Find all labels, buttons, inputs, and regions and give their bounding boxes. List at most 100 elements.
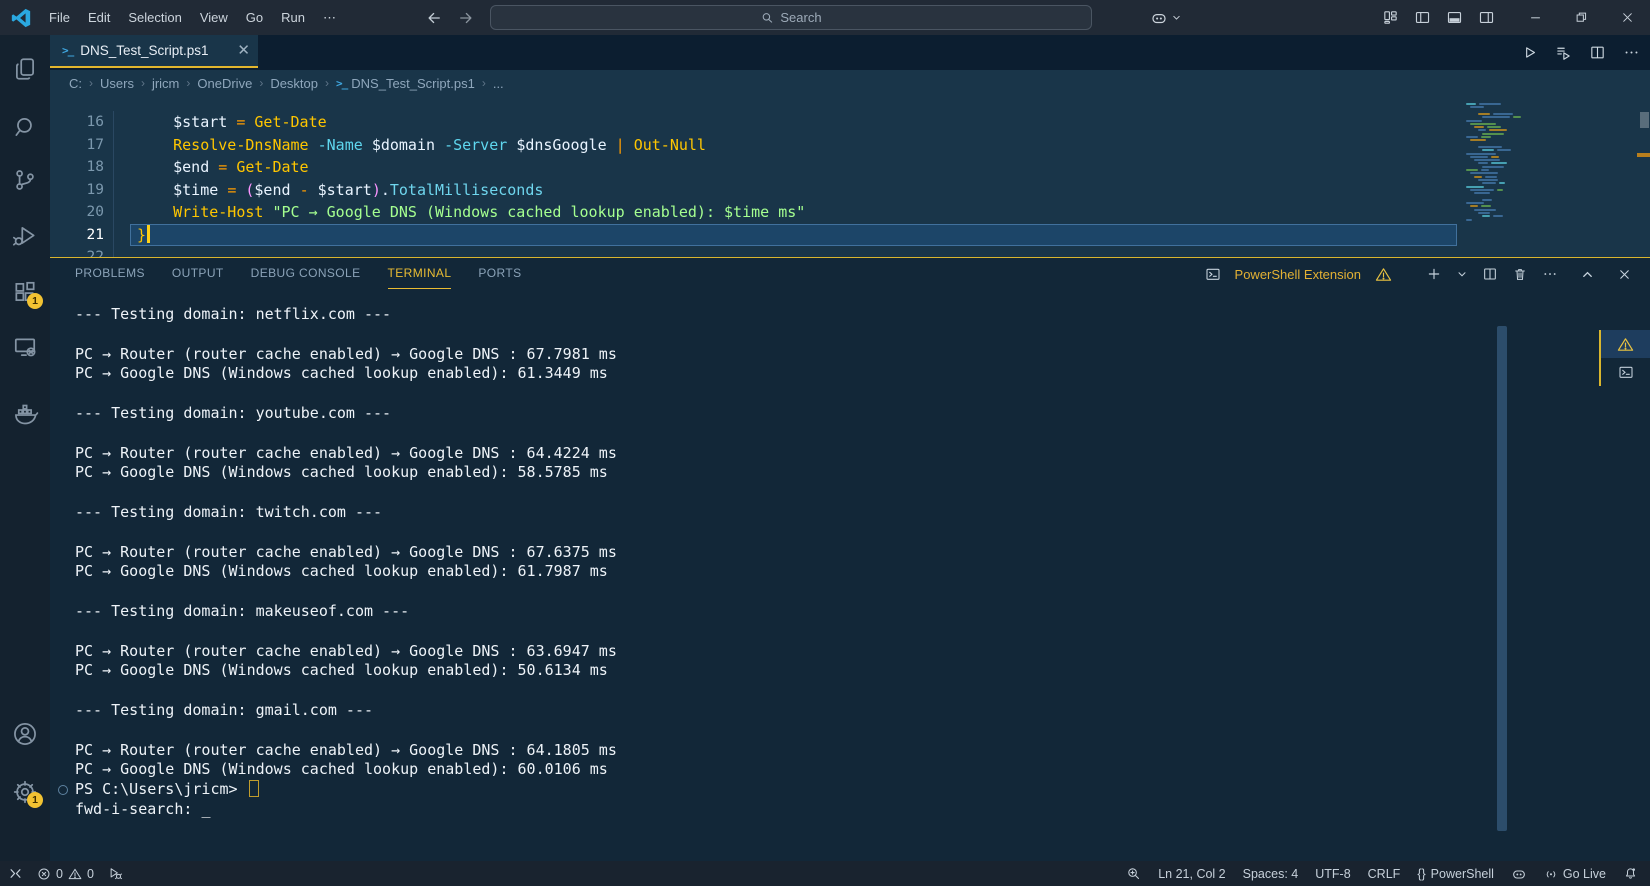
extensions-badge: 1: [27, 293, 43, 309]
panel-tab-terminal[interactable]: TERMINAL: [388, 258, 452, 289]
breadcrumb-item[interactable]: jricm: [152, 76, 179, 91]
sidebar-item-run-debug[interactable]: [0, 219, 50, 253]
menu-edit[interactable]: Edit: [79, 0, 119, 35]
panel-tab-ports[interactable]: PORTS: [478, 258, 521, 289]
terminal-line: PC → Google DNS (Windows cached lookup e…: [75, 760, 1650, 780]
indentation-indicator[interactable]: Spaces: 4: [1243, 867, 1299, 881]
panel-tab-problems[interactable]: PROBLEMS: [75, 258, 145, 289]
terminal-cursor: [249, 780, 259, 797]
run-selection-button[interactable]: [1555, 44, 1572, 61]
status-bar: 0 0 Ln 21, Col 2 Spaces: 4 UTF-8 CRLF {}…: [0, 861, 1650, 886]
terminal-scrollbar[interactable]: [1497, 326, 1507, 831]
sidebar-item-remote-explorer[interactable]: [0, 330, 50, 364]
minimap[interactable]: [1464, 103, 1534, 283]
forward-button[interactable]: [457, 0, 475, 35]
powershell-extension-label[interactable]: PowerShell Extension: [1235, 267, 1361, 282]
code-text: $start = Get-Date: [137, 113, 327, 131]
notifications-bell-icon[interactable]: [1623, 866, 1638, 881]
breadcrumb-item[interactable]: Users: [100, 76, 134, 91]
sidebar-item-search[interactable]: [0, 110, 50, 144]
split-terminal-button[interactable]: [1482, 266, 1498, 282]
menu-selection[interactable]: Selection: [119, 0, 190, 35]
line-number: 21: [50, 227, 104, 243]
sidebar-item-source-control[interactable]: [0, 163, 50, 197]
toggle-secondary-sidebar-button[interactable]: [1478, 9, 1495, 26]
terminal-line: [75, 523, 1650, 543]
current-line-highlight: [130, 224, 1457, 247]
problems-indicator[interactable]: 0 0: [37, 867, 94, 881]
breadcrumb: C:›Users›jricm›OneDrive›Desktop›>_DNS_Te…: [50, 70, 1650, 96]
remote-indicator[interactable]: [8, 866, 23, 881]
code-text: }: [137, 225, 150, 244]
toggle-panel-button[interactable]: [1446, 9, 1463, 26]
chevron-down-icon: [1171, 12, 1182, 23]
go-live-button[interactable]: Go Live: [1544, 867, 1606, 881]
breadcrumb-item[interactable]: C:: [69, 76, 82, 91]
sidebar-item-docker[interactable]: [0, 397, 50, 431]
editor-scrollbar[interactable]: [1640, 112, 1649, 128]
debug-indicator[interactable]: [108, 866, 123, 881]
breadcrumb-item[interactable]: ...: [493, 76, 504, 91]
code-editor[interactable]: 16 $start = Get-Date17 Resolve-DnsName -…: [50, 96, 1650, 257]
encoding-indicator[interactable]: UTF-8: [1315, 867, 1350, 881]
sidebar-item-settings[interactable]: 1: [0, 775, 50, 809]
terminal-line: [75, 424, 1650, 444]
terminal-viewport[interactable]: --- Testing domain: netflix.com ---PC → …: [50, 291, 1650, 861]
editor-more-actions-button[interactable]: [1623, 44, 1640, 61]
maximize-panel-button[interactable]: [1580, 267, 1595, 282]
breadcrumb-item[interactable]: Desktop: [270, 76, 318, 91]
zoom-indicator[interactable]: [1126, 866, 1141, 881]
new-terminal-button[interactable]: [1426, 266, 1442, 282]
close-panel-button[interactable]: [1617, 267, 1632, 282]
menu-[interactable]: ⋯: [314, 0, 345, 35]
copilot-button[interactable]: [1150, 0, 1182, 35]
language-indicator[interactable]: {} PowerShell: [1417, 867, 1494, 881]
sidebar-item-accounts[interactable]: [0, 717, 50, 751]
editor-group: >_ DNS_Test_Script.ps1 ✕ C:›Users›jricm›…: [50, 35, 1650, 861]
panel-actions: PowerShell Extension: [1205, 266, 1650, 283]
run-script-button[interactable]: [1521, 44, 1538, 61]
terminal-search-line: fwd-i-search: _: [75, 800, 1650, 820]
code-line: 20 Write-Host "PC → Google DNS (Windows …: [50, 201, 1650, 224]
line-number: 22: [50, 249, 104, 257]
cursor-position[interactable]: Ln 21, Col 2: [1158, 867, 1225, 881]
tab-dns-test-script[interactable]: >_ DNS_Test_Script.ps1 ✕: [50, 35, 258, 68]
search-icon: [760, 11, 774, 25]
toggle-sidebar-button[interactable]: [1414, 9, 1431, 26]
minimize-button[interactable]: [1512, 0, 1558, 35]
breadcrumb-item[interactable]: >_DNS_Test_Script.ps1: [336, 76, 475, 91]
menu-go[interactable]: Go: [237, 0, 272, 35]
breadcrumb-item[interactable]: OneDrive: [197, 76, 252, 91]
terminal-dropdown-button[interactable]: [1456, 268, 1468, 280]
customize-layout-button[interactable]: [1382, 9, 1399, 26]
back-button[interactable]: [425, 0, 443, 35]
sidebar-item-extensions[interactable]: 1: [0, 275, 50, 309]
sidebar-item-explorer[interactable]: [0, 52, 50, 86]
terminal-tab-powershell-extension[interactable]: [1601, 330, 1650, 358]
search-box[interactable]: Search: [490, 5, 1092, 30]
panel-more-actions-button[interactable]: [1542, 266, 1558, 282]
menu-run[interactable]: Run: [272, 0, 314, 35]
tab-label: DNS_Test_Script.ps1: [80, 43, 208, 58]
terminal-line: --- Testing domain: makeuseof.com ---: [75, 602, 1650, 622]
menu-view[interactable]: View: [191, 0, 237, 35]
panel-tab-output[interactable]: OUTPUT: [172, 258, 224, 289]
split-editor-button[interactable]: [1589, 44, 1606, 61]
command-decoration-icon[interactable]: [58, 785, 68, 795]
tab-close-button[interactable]: ✕: [237, 43, 250, 58]
terminal-tab-powershell[interactable]: [1601, 358, 1650, 386]
copilot-status-icon[interactable]: [1511, 866, 1527, 882]
close-window-button[interactable]: [1604, 0, 1650, 35]
line-number: 17: [50, 137, 104, 153]
terminal-line: PC → Google DNS (Windows cached lookup e…: [75, 562, 1650, 582]
breadcrumb-separator: ›: [482, 76, 486, 90]
terminal-warning-icon[interactable]: [1375, 266, 1392, 283]
menu-file[interactable]: File: [40, 0, 79, 35]
kill-terminal-button[interactable]: [1512, 266, 1528, 282]
eol-indicator[interactable]: CRLF: [1368, 867, 1401, 881]
breadcrumb-separator: ›: [89, 76, 93, 90]
editor-cursor: [147, 225, 150, 243]
search-cursor: _: [201, 800, 210, 818]
panel-tab-debug-console[interactable]: DEBUG CONSOLE: [251, 258, 361, 289]
restore-button[interactable]: [1558, 0, 1604, 35]
